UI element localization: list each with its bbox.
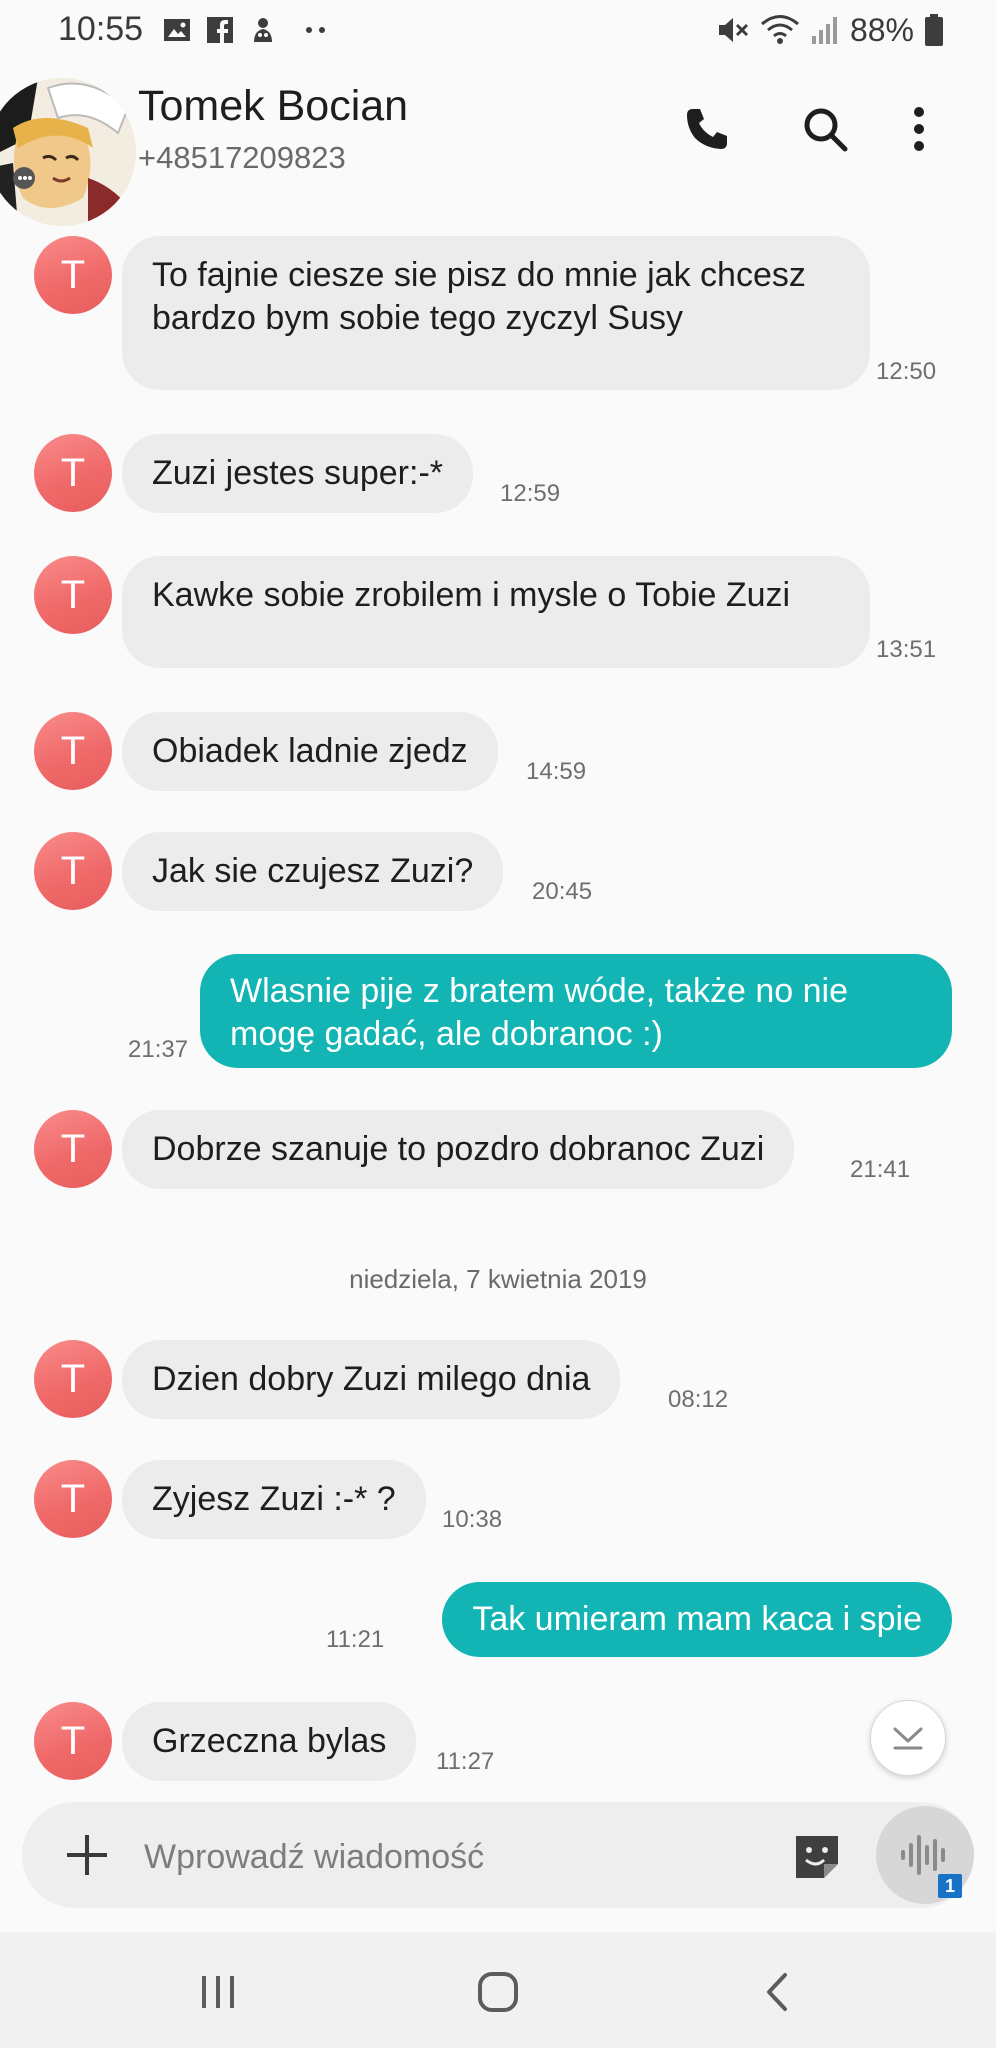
scroll-to-bottom-button[interactable]: [870, 1700, 946, 1776]
app-icon: [254, 18, 272, 42]
message-time: 11:27: [436, 1748, 495, 1775]
wifi-icon: [760, 15, 799, 44]
search-button[interactable]: [790, 94, 860, 164]
image-icon: [164, 19, 190, 41]
message-time: 10:38: [442, 1506, 503, 1533]
outgoing-message-bubble[interactable]: Tak umieram mam kaca i spie: [442, 1582, 952, 1657]
contact-number: +48517209823: [138, 140, 346, 175]
status-time: 10:55: [58, 10, 144, 48]
sim-badge: 1: [938, 1874, 962, 1898]
sticker-button[interactable]: [790, 1830, 844, 1884]
message-time: 12:59: [500, 480, 561, 507]
date-separator: niedziela, 7 kwietnia 2019: [349, 1264, 647, 1294]
more-options-button[interactable]: [884, 94, 954, 164]
status-bar: 10:55 88%: [0, 0, 996, 64]
sender-avatar[interactable]: T: [34, 832, 112, 910]
message-time: 13:51: [876, 636, 937, 663]
plus-icon: [67, 1835, 107, 1875]
search-icon: [804, 108, 848, 152]
recent-apps-button[interactable]: [178, 1962, 258, 2022]
incoming-message-bubble[interactable]: Kawke sobie zrobilem i mysle o Tobie Zuz…: [122, 556, 870, 668]
sender-avatar[interactable]: T: [34, 1340, 112, 1418]
incoming-message-bubble[interactable]: Zyjesz Zuzi :-* ?: [122, 1460, 426, 1539]
message-time: 14:59: [526, 758, 587, 785]
incoming-message-bubble[interactable]: Dzien dobry Zuzi milego dnia: [122, 1340, 621, 1419]
status-right: 88%: [716, 10, 944, 50]
home-icon: [478, 1972, 518, 2012]
contact-avatar[interactable]: [0, 78, 136, 226]
sender-avatar[interactable]: T: [34, 1110, 112, 1188]
incoming-message-bubble[interactable]: Jak sie czujesz Zuzi?: [122, 832, 504, 911]
mute-icon: [718, 18, 749, 42]
incoming-message-bubble[interactable]: To fajnie ciesze sie pisz do mnie jak ch…: [122, 236, 870, 390]
message-input[interactable]: [144, 1832, 784, 1882]
avatar-image: [0, 78, 136, 226]
message-time: 20:45: [532, 878, 593, 905]
message-time: 11:21: [326, 1626, 385, 1653]
signal-icon: [811, 17, 837, 44]
message-composer: [22, 1802, 974, 1908]
sender-avatar[interactable]: T: [34, 556, 112, 634]
sender-avatar[interactable]: T: [34, 236, 112, 314]
sender-avatar[interactable]: T: [34, 1460, 112, 1538]
more-vert-icon: [914, 107, 924, 151]
sender-avatar[interactable]: T: [34, 712, 112, 790]
more-dots-icon: [306, 27, 325, 33]
facebook-icon: [207, 17, 233, 43]
incoming-message-bubble[interactable]: Zuzi jestes super:-*: [122, 434, 473, 513]
scroll-down-icon: [893, 1727, 923, 1750]
notification-icons: [162, 12, 332, 48]
incoming-message-bubble[interactable]: Obiadek ladnie zjedz: [122, 712, 498, 791]
back-icon: [767, 1973, 787, 2011]
navigation-bar: [0, 1932, 996, 2048]
call-button[interactable]: [672, 94, 742, 164]
outgoing-message-bubble[interactable]: Wlasnie pije z bratem wóde, także no nie…: [200, 954, 952, 1068]
conversation-header: Tomek Bocian +48517209823: [0, 64, 996, 234]
sender-avatar[interactable]: T: [34, 1702, 112, 1780]
message-time: 08:12: [668, 1386, 729, 1413]
battery-icon: [925, 14, 943, 46]
sender-avatar[interactable]: T: [34, 434, 112, 512]
incoming-message-bubble[interactable]: Dobrze szanuje to pozdro dobranoc Zuzi: [122, 1110, 795, 1189]
contact-name[interactable]: Tomek Bocian: [138, 82, 408, 131]
message-time: 21:41: [850, 1156, 911, 1183]
incoming-message-bubble[interactable]: Grzeczna bylas: [122, 1702, 417, 1781]
sticker-icon: [796, 1836, 838, 1878]
message-time: 21:37: [128, 1036, 189, 1063]
phone-icon: [687, 109, 727, 149]
voice-wave-icon: [901, 1835, 945, 1875]
battery-percent: 88%: [849, 11, 914, 48]
recent-apps-icon: [202, 1976, 234, 2008]
home-button[interactable]: [458, 1962, 538, 2022]
back-button[interactable]: [736, 1962, 816, 2022]
attach-button[interactable]: [58, 1826, 116, 1884]
message-time: 12:50: [876, 358, 937, 385]
